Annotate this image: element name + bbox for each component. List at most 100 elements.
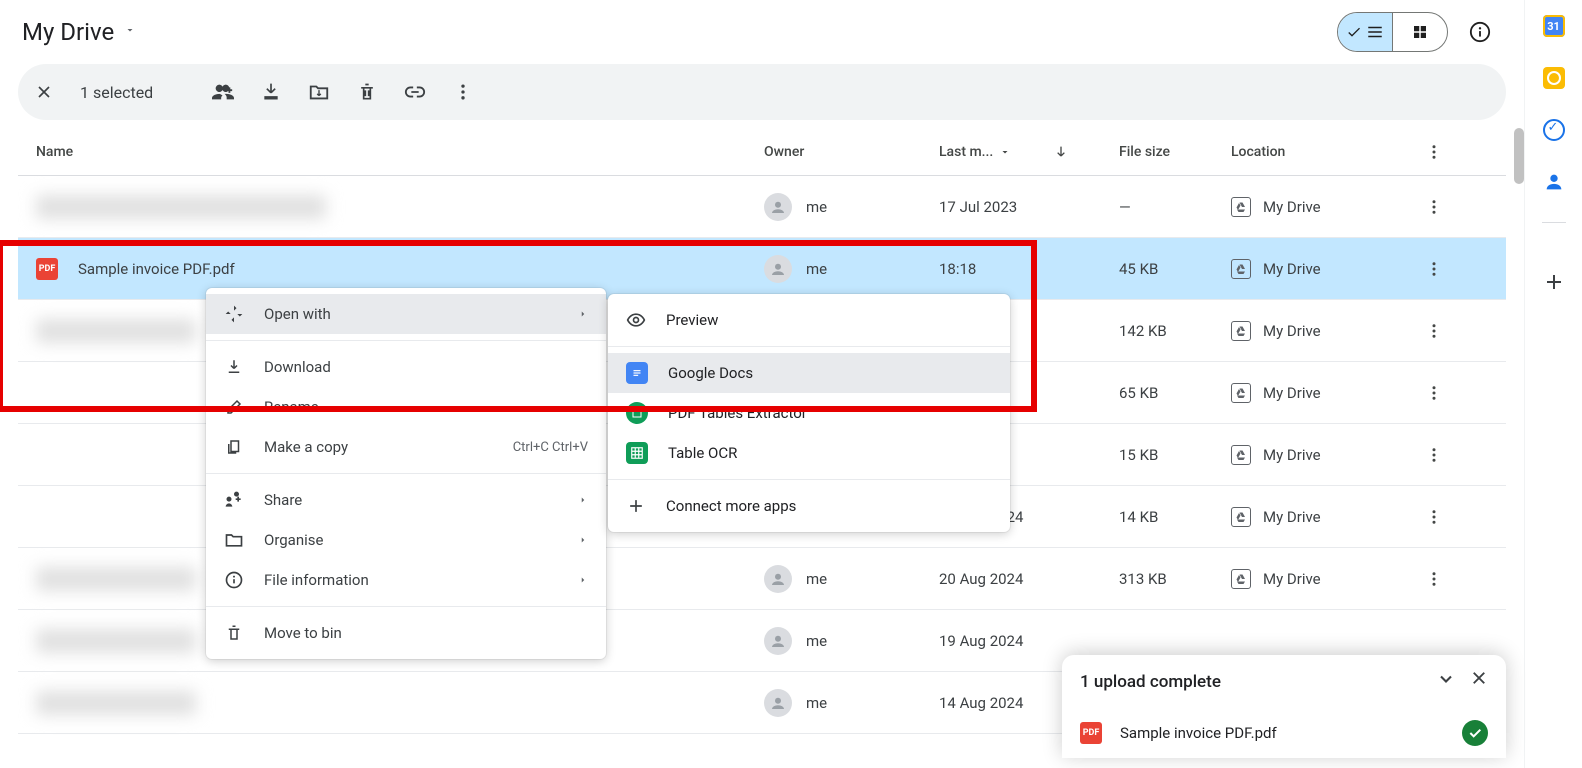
chevron-right-icon <box>578 531 588 549</box>
keep-icon <box>1543 67 1565 89</box>
selection-count: 1 selected <box>80 83 153 102</box>
column-more <box>1409 143 1459 161</box>
location-label: My Drive <box>1263 322 1321 340</box>
redacted-name <box>36 567 196 591</box>
location-label: My Drive <box>1263 198 1321 216</box>
column-location[interactable]: Location <box>1231 144 1409 160</box>
plus-icon <box>1542 270 1566 294</box>
table-header: Name Owner Last m... File size Location <box>18 128 1506 176</box>
view-details-button[interactable] <box>1460 12 1500 52</box>
share-button[interactable] <box>211 80 235 104</box>
submenu-table-ocr[interactable]: Table OCR <box>608 433 1010 473</box>
drive-location-icon <box>1231 197 1251 217</box>
side-panel: 31 <box>1524 0 1582 768</box>
modified-date: 20 Aug 2024 <box>939 570 1119 588</box>
row-more-button[interactable] <box>1409 198 1459 216</box>
get-addons-button[interactable] <box>1542 270 1566 294</box>
contacts-app-button[interactable] <box>1542 170 1566 194</box>
row-more-button[interactable] <box>1409 446 1459 464</box>
submenu-google-docs[interactable]: Google Docs <box>608 353 1010 393</box>
avatar-icon <box>764 193 792 221</box>
modified-date: 19 Aug 2024 <box>939 632 1119 650</box>
get-link-button[interactable] <box>403 80 427 104</box>
context-menu: Open with Download Rename <box>206 288 606 659</box>
tasks-app-button[interactable] <box>1542 118 1566 142</box>
toast-file-row[interactable]: PDF Sample invoice PDF.pdf <box>1062 708 1506 758</box>
modified-date: 18:18 <box>939 260 1119 278</box>
column-name[interactable]: Name <box>18 144 764 160</box>
owner-label: me <box>806 694 827 712</box>
chevron-right-icon <box>578 571 588 589</box>
row-more-button[interactable] <box>1409 570 1459 588</box>
submenu-connect-more[interactable]: Connect more apps <box>608 486 1010 526</box>
location-label: My Drive <box>1263 570 1321 588</box>
info-icon <box>224 570 244 590</box>
row-more-button[interactable] <box>1409 322 1459 340</box>
folder-icon <box>224 530 244 550</box>
row-more-button[interactable] <box>1409 384 1459 402</box>
file-size: 65 KB <box>1119 384 1231 402</box>
move-button[interactable] <box>307 80 331 104</box>
keep-app-button[interactable] <box>1542 66 1566 90</box>
location-label: My Drive <box>1263 384 1321 402</box>
shortcut-label: Ctrl+C Ctrl+V <box>513 440 588 455</box>
table-row[interactable]: me17 Jul 2023—My Drive <box>18 176 1506 238</box>
chevron-right-icon <box>578 305 588 323</box>
menu-rename[interactable]: Rename <box>206 387 606 427</box>
submenu-pdf-tables[interactable]: PDF Tables Extractor <box>608 393 1010 433</box>
owner-label: me <box>806 632 827 650</box>
calendar-app-button[interactable]: 31 <box>1542 14 1566 38</box>
drive-location-icon <box>1231 507 1251 527</box>
column-owner[interactable]: Owner <box>764 144 939 160</box>
drive-location-dropdown[interactable]: My Drive <box>22 18 136 46</box>
column-last-modified[interactable]: Last m... <box>939 144 1119 160</box>
chevron-right-icon <box>578 491 588 509</box>
row-more-button[interactable] <box>1409 508 1459 526</box>
redacted-name <box>36 629 196 653</box>
redacted-name <box>36 691 196 715</box>
upload-toast: 1 upload complete PDF Sample invoice PDF… <box>1062 655 1506 758</box>
submenu-preview[interactable]: Preview <box>608 300 1010 340</box>
row-more-button[interactable] <box>1409 260 1459 278</box>
toast-collapse-button[interactable] <box>1436 669 1456 694</box>
selection-toolbar: 1 selected <box>18 64 1506 120</box>
toast-close-button[interactable] <box>1470 669 1488 694</box>
list-view-button[interactable] <box>1338 13 1392 51</box>
menu-open-with[interactable]: Open with <box>206 294 606 334</box>
file-name: Sample invoice PDF.pdf <box>78 260 235 278</box>
download-button[interactable] <box>259 80 283 104</box>
menu-file-info[interactable]: File information <box>206 560 606 600</box>
location-label: My Drive <box>1263 508 1321 526</box>
file-size: 14 KB <box>1119 508 1231 526</box>
more-actions-button[interactable] <box>451 80 475 104</box>
upload-success-icon <box>1462 720 1488 746</box>
scrollbar[interactable] <box>1514 128 1524 184</box>
modified-date: 17 Jul 2023 <box>939 198 1119 216</box>
copy-icon <box>224 438 244 456</box>
pdf-icon: PDF <box>1080 722 1102 744</box>
owner-label: me <box>806 260 827 278</box>
share-icon <box>224 490 244 510</box>
menu-share[interactable]: Share <box>206 480 606 520</box>
menu-make-copy[interactable]: Make a copy Ctrl+C Ctrl+V <box>206 427 606 467</box>
trash-icon <box>224 624 244 642</box>
dropdown-caret-icon <box>999 146 1011 158</box>
column-file-size[interactable]: File size <box>1119 144 1231 160</box>
menu-download[interactable]: Download <box>206 347 606 387</box>
eye-icon <box>626 309 646 331</box>
menu-move-to-bin[interactable]: Move to bin <box>206 613 606 653</box>
sort-arrow-icon <box>1053 144 1069 160</box>
grid-view-button[interactable] <box>1393 13 1447 51</box>
drive-location-icon <box>1231 321 1251 341</box>
open-with-submenu: Preview Google Docs PDF Tables Extractor <box>608 294 1010 532</box>
owner-label: me <box>806 198 827 216</box>
redacted-name <box>36 319 196 343</box>
file-size: 45 KB <box>1119 260 1231 278</box>
delete-button[interactable] <box>355 80 379 104</box>
menu-organise[interactable]: Organise <box>206 520 606 560</box>
dropdown-caret-icon <box>124 24 136 40</box>
page-title: My Drive <box>22 18 114 46</box>
clear-selection-button[interactable] <box>32 80 56 104</box>
drive-location-icon <box>1231 445 1251 465</box>
file-size: 15 KB <box>1119 446 1231 464</box>
